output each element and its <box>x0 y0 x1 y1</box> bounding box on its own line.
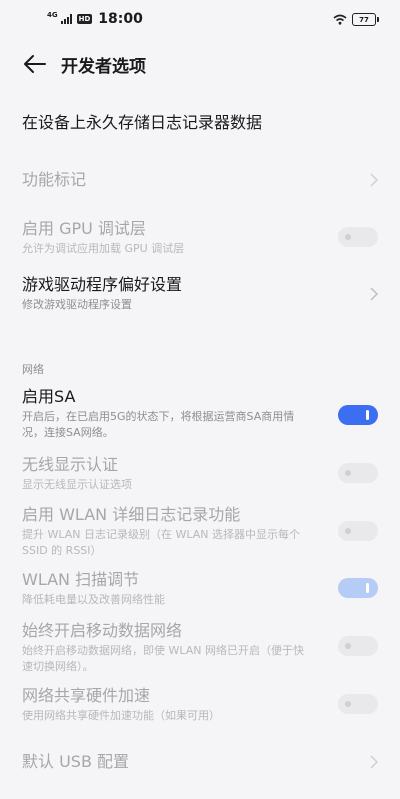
setting-title: 在设备上永久存储日志记录器数据 <box>22 113 263 132</box>
setting-title: 无线显示认证 <box>22 455 119 474</box>
battery-icon: 77 <box>352 13 379 26</box>
setting-title: 启用 GPU 调试层 <box>22 219 146 238</box>
signal-icon <box>60 14 72 24</box>
setting-wlan-scan: WLAN 扫描调节 降低耗电量以及改善网络性能 <box>22 569 378 608</box>
chevron-right-icon <box>370 287 378 301</box>
network-type: 4G <box>47 10 58 19</box>
mobile-data-toggle[interactable] <box>338 636 378 656</box>
wifi-icon <box>333 14 347 25</box>
setting-default-usb[interactable]: 默认 USB 配置 <box>22 751 378 773</box>
chevron-right-icon <box>370 173 378 187</box>
setting-subtitle: 修改游戏驱动程序设置 <box>22 298 132 311</box>
setting-game-driver[interactable]: 游戏驱动程序偏好设置 修改游戏驱动程序设置 <box>22 274 378 313</box>
setting-persist-logger[interactable]: 在设备上永久存储日志记录器数据 <box>22 112 378 134</box>
setting-mobile-data: 始终开启移动数据网络 始终开启移动数据网络，即使 WLAN 网络已开启（便于快速… <box>22 620 378 675</box>
setting-subtitle: 使用网络共享硬件加速功能（如果可用） <box>22 709 220 722</box>
page-title: 开发者选项 <box>61 57 146 77</box>
setting-wireless-display: 无线显示认证 显示无线显示认证选项 <box>22 454 378 493</box>
setting-title: 启用 WLAN 详细日志记录功能 <box>22 505 241 524</box>
setting-subtitle: 提升 WLAN 日志记录级别（在 WLAN 选择器中显示每个 SSID 的 RS… <box>22 528 301 557</box>
setting-subtitle: 开启后，在已启用5G的状态下，将根据运营商SA商用情况，连接SA网络。 <box>22 410 295 439</box>
setting-subtitle: 始终开启移动数据网络，即使 WLAN 网络已开启（便于快速切换网络）。 <box>22 644 305 673</box>
setting-title: WLAN 扫描调节 <box>22 570 140 589</box>
section-header-network: 网络 <box>22 363 44 376</box>
status-bar: 4G HD 18:00 77 <box>0 0 400 40</box>
setting-subtitle: 允许为调试应用加载 GPU 调试层 <box>22 242 185 255</box>
setting-enable-sa[interactable]: 启用SA 开启后，在已启用5G的状态下，将根据运营商SA商用情况，连接SA网络。 <box>22 386 378 441</box>
setting-title: 启用SA <box>22 387 76 406</box>
wlan-scan-toggle[interactable] <box>338 578 378 598</box>
setting-title: 始终开启移动数据网络 <box>22 621 183 640</box>
setting-title: 网络共享硬件加速 <box>22 686 151 705</box>
wireless-display-toggle[interactable] <box>338 463 378 483</box>
setting-gpu-debug: 启用 GPU 调试层 允许为调试应用加载 GPU 调试层 <box>22 218 378 257</box>
setting-tether-hw: 网络共享硬件加速 使用网络共享硬件加速功能（如果可用） <box>22 685 378 724</box>
chevron-right-icon <box>370 755 378 769</box>
setting-title: 游戏驱动程序偏好设置 <box>22 275 183 294</box>
sa-toggle[interactable] <box>338 405 378 425</box>
hd-voice-icon: HD <box>76 14 93 24</box>
wlan-verbose-toggle[interactable] <box>338 521 378 541</box>
back-arrow-icon[interactable] <box>23 53 47 75</box>
setting-title: 功能标记 <box>22 170 87 189</box>
setting-wlan-verbose: 启用 WLAN 详细日志记录功能 提升 WLAN 日志记录级别（在 WLAN 选… <box>22 504 378 559</box>
tether-hw-toggle[interactable] <box>338 694 378 714</box>
gpu-debug-toggle[interactable] <box>338 227 378 247</box>
header: 开发者选项 <box>0 46 400 82</box>
setting-subtitle: 显示无线显示认证选项 <box>22 478 132 491</box>
clock: 18:00 <box>98 11 143 27</box>
setting-feature-flags[interactable]: 功能标记 <box>22 169 378 191</box>
setting-subtitle: 降低耗电量以及改善网络性能 <box>22 593 165 606</box>
setting-title: 默认 USB 配置 <box>22 752 130 771</box>
